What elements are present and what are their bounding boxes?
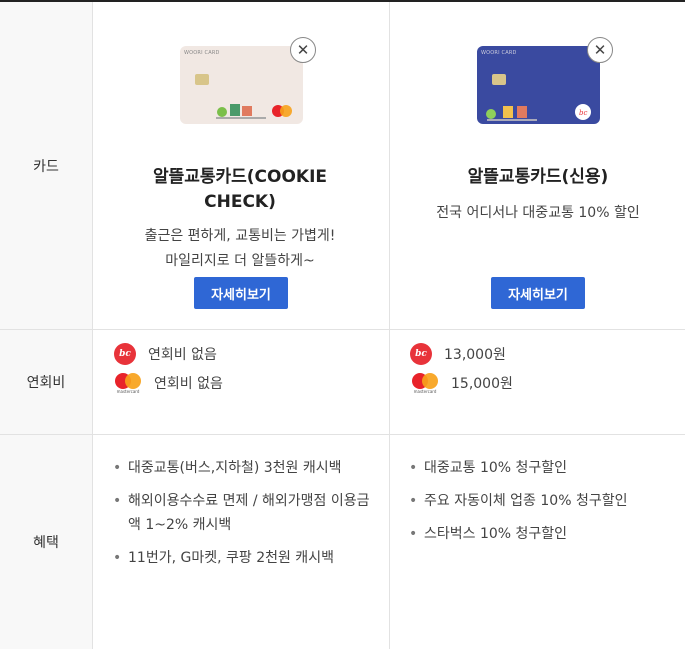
remove-card-button[interactable]: ✕: [587, 37, 613, 63]
mastercard-logo-text: mastercard: [116, 389, 140, 394]
remove-card-button[interactable]: ✕: [290, 37, 316, 63]
fee-row-mastercard: mastercard 연회비 없음: [112, 371, 223, 395]
card-description-line: 전국 어디서나 대중교통 10% 할인: [436, 205, 640, 221]
card-description-line: 마일리지로 더 알뜰하게~: [165, 253, 315, 269]
svg-text:bc: bc: [579, 109, 587, 117]
mastercard-logo-text: mastercard: [413, 389, 437, 394]
card-image-credit[interactable]: WOORI CARD bc: [477, 46, 600, 124]
card-description-line: 출근은 편하게, 교통비는 가볍게!: [144, 228, 336, 244]
card-description: 출근은 편하게, 교통비는 가볍게! 마일리지로 더 알뜰하게~: [100, 224, 380, 274]
benefit-item: 스타벅스 10% 청구할인: [409, 522, 674, 546]
fee-text: 연회비 없음: [148, 347, 217, 363]
row-divider: [0, 434, 685, 435]
view-details-button[interactable]: 자세히보기: [491, 277, 585, 309]
row-label-benefits-text: 혜택: [33, 535, 59, 551]
fee-text: 15,000원: [451, 376, 513, 392]
fee-row-bc: bc 13,000원: [410, 343, 506, 365]
card-description: 전국 어디서나 대중교통 10% 할인: [400, 201, 676, 226]
card-title: 알뜰교통카드(COOKIE CHECK): [152, 167, 328, 212]
row-divider: [0, 329, 685, 330]
benefits-list: 대중교통(버스,지하철) 3천원 캐시백 해외이용수수료 면제 / 해외가맹점 …: [113, 456, 378, 579]
view-details-button[interactable]: 자세히보기: [194, 277, 288, 309]
benefits-list: 대중교통 10% 청구할인 주요 자동이체 업종 10% 청구할인 스타벅스 1…: [409, 456, 674, 555]
benefit-item: 대중교통 10% 청구할인: [409, 456, 674, 480]
bc-card-icon: bc: [410, 343, 432, 365]
bc-card-icon: bc: [114, 343, 136, 365]
benefit-item: 11번가, G마켓, 쿠팡 2천원 캐시백: [113, 546, 378, 570]
fee-text: 13,000원: [444, 347, 506, 363]
row-label-card-text: 카드: [33, 158, 59, 175]
card-image-cookie-check[interactable]: WOORI CARD: [180, 46, 303, 124]
fee-row-bc: bc 연회비 없음: [114, 343, 217, 365]
benefit-item: 주요 자동이체 업종 10% 청구할인: [409, 489, 674, 513]
mastercard-icon: mastercard: [409, 371, 441, 395]
column-divider: [389, 2, 390, 649]
row-label-benefits: 혜택: [0, 435, 93, 649]
fee-row-mastercard: mastercard 15,000원: [409, 371, 513, 395]
benefit-item: 해외이용수수료 면제 / 해외가맹점 이용금액 1~2% 캐시백: [113, 489, 378, 537]
benefit-item: 대중교통(버스,지하철) 3천원 캐시백: [113, 456, 378, 480]
row-label-annual-fee-text: 연회비: [26, 375, 66, 391]
close-icon: ✕: [593, 41, 607, 59]
card-illustration: bc: [486, 104, 591, 121]
card-title: 알뜰교통카드(신용): [467, 167, 609, 187]
mastercard-icon: mastercard: [112, 371, 144, 395]
row-label-card: 카드: [0, 2, 93, 329]
card-comparison-table: 카드 연회비 혜택 WOORI CARD ✕ 알뜰교통카드(COOKIE CHE…: [0, 0, 685, 649]
card-illustration: [216, 104, 292, 119]
fee-text: 연회비 없음: [154, 376, 223, 392]
row-label-annual-fee: 연회비: [0, 330, 93, 434]
close-icon: ✕: [296, 41, 310, 59]
